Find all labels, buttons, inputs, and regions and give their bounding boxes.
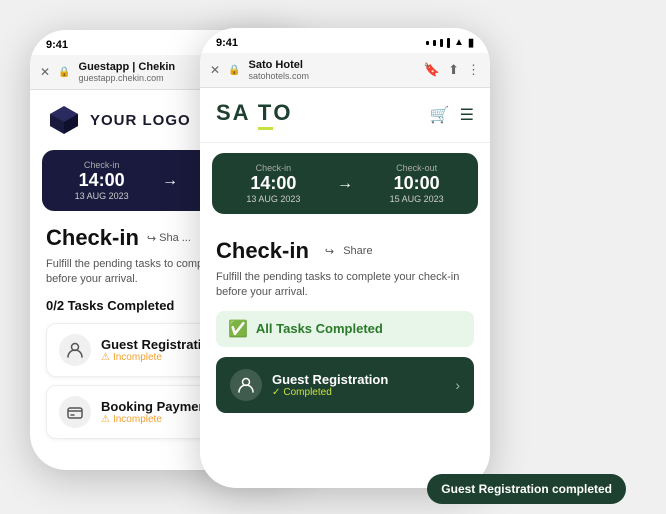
close-tab-front[interactable]: ✕ [210,63,220,77]
checkout-label-front: Check-out [390,163,444,173]
task-icon-payment-back [59,396,91,428]
warning-icon-back: ⚠ [101,352,110,363]
page-title-front: Check-in [216,238,309,264]
checkin-bar-front: Check-in 14:00 13 AUG 2023 → Check-out 1… [212,153,478,214]
site-url-front: satohotels.com [249,71,416,81]
page-content-front: Check-in ↪ Share Fulfill the pending tas… [200,224,490,413]
checkin-date-front: 13 AUG 2023 [246,194,300,204]
bookmark-icon-front[interactable]: 🔖 [424,62,440,78]
task-name-guest-front: Guest Registration [272,372,445,387]
time-back: 9:41 [46,39,68,51]
task-status-guest-front: ✓ Completed [272,387,445,398]
browser-bar-front: ✕ 🔒 Sato Hotel satohotels.com 🔖 ⬆ ⋮ [200,53,490,88]
sato-logo: SA TO [216,100,292,130]
logo-cube-icon [46,102,82,138]
lock-icon-back: 🔒 [58,67,70,78]
page-desc-front: Fulfill the pending tasks to complete yo… [216,270,474,301]
checkout-date-front: 15 AUG 2023 [390,194,444,204]
signal-bar-f1 [426,41,429,45]
page-title-back: Check-in [46,225,139,251]
chevron-guest-front: › [455,377,460,393]
logo-text-back: YOUR LOGO [90,112,191,129]
more-icon-front[interactable]: ⋮ [467,62,480,78]
share-icon-front[interactable]: ⬆ [448,62,459,78]
checkout-group-front: Check-out 10:00 15 AUG 2023 [390,163,444,204]
checkout-time-front: 10:00 [390,173,444,194]
title-row-front: Check-in ↪ Share [216,238,474,264]
menu-icon-front[interactable]: ☰ [460,105,474,125]
status-icons-front: ▲ ▮ [426,36,474,49]
checkin-label-back: Check-in [75,160,129,170]
checkin-label-front: Check-in [246,163,300,173]
check-circle-icon: ✅ [228,319,248,339]
warning-icon-payment-back: ⚠ [101,414,110,425]
status-bar-front: 9:41 ▲ ▮ [200,28,490,53]
share-link-front[interactable]: ↪ Share [325,245,373,258]
sato-header-icons: 🛒 ☰ [430,105,474,125]
signal-bar-f4 [447,38,450,48]
bottom-label: Guest Registration completed [427,474,626,504]
share-link-back[interactable]: ↪ Sha... [147,232,191,245]
sato-logo-text: SA TO [216,100,292,130]
site-name-front: Sato Hotel [249,59,416,71]
lock-icon-front: 🔒 [228,65,240,76]
task-info-guest-front: Guest Registration ✓ Completed [272,372,445,398]
cart-icon-front[interactable]: 🛒 [430,105,450,125]
share-arrow-icon-front: ↪ [325,245,334,258]
sato-header: SA TO 🛒 ☰ [200,88,490,143]
browser-actions-front: 🔖 ⬆ ⋮ [424,62,480,78]
url-info-front: Sato Hotel satohotels.com [249,59,416,81]
logo-back: YOUR LOGO [46,102,191,138]
checkin-group-back: Check-in 14:00 13 AUG 2023 [75,160,129,201]
task-item-guest-front[interactable]: Guest Registration ✓ Completed › [216,357,474,413]
arrow-icon-back: → [162,172,178,190]
check-icon-front: ✓ [272,387,280,398]
all-tasks-completed-banner: ✅ All Tasks Completed [216,311,474,347]
wifi-icon-front: ▲ [454,37,464,48]
front-phone: 9:41 ▲ ▮ ✕ 🔒 Sato Hotel satohotels.com 🔖… [200,28,490,488]
all-tasks-label: All Tasks Completed [256,321,383,336]
arrow-icon-front: → [337,175,353,193]
checkin-date-back: 13 AUG 2023 [75,191,129,201]
signal-bar-f3 [440,39,443,47]
task-icon-guest-front [230,369,262,401]
close-tab-back[interactable]: ✕ [40,65,50,79]
signal-bar-f2 [433,40,436,46]
checkin-group-front: Check-in 14:00 13 AUG 2023 [246,163,300,204]
checkin-time-front: 14:00 [246,173,300,194]
time-front: 9:41 [216,37,238,49]
battery-icon-front: ▮ [468,36,474,49]
task-icon-guest-back [59,334,91,366]
checkin-time-back: 14:00 [75,170,129,191]
